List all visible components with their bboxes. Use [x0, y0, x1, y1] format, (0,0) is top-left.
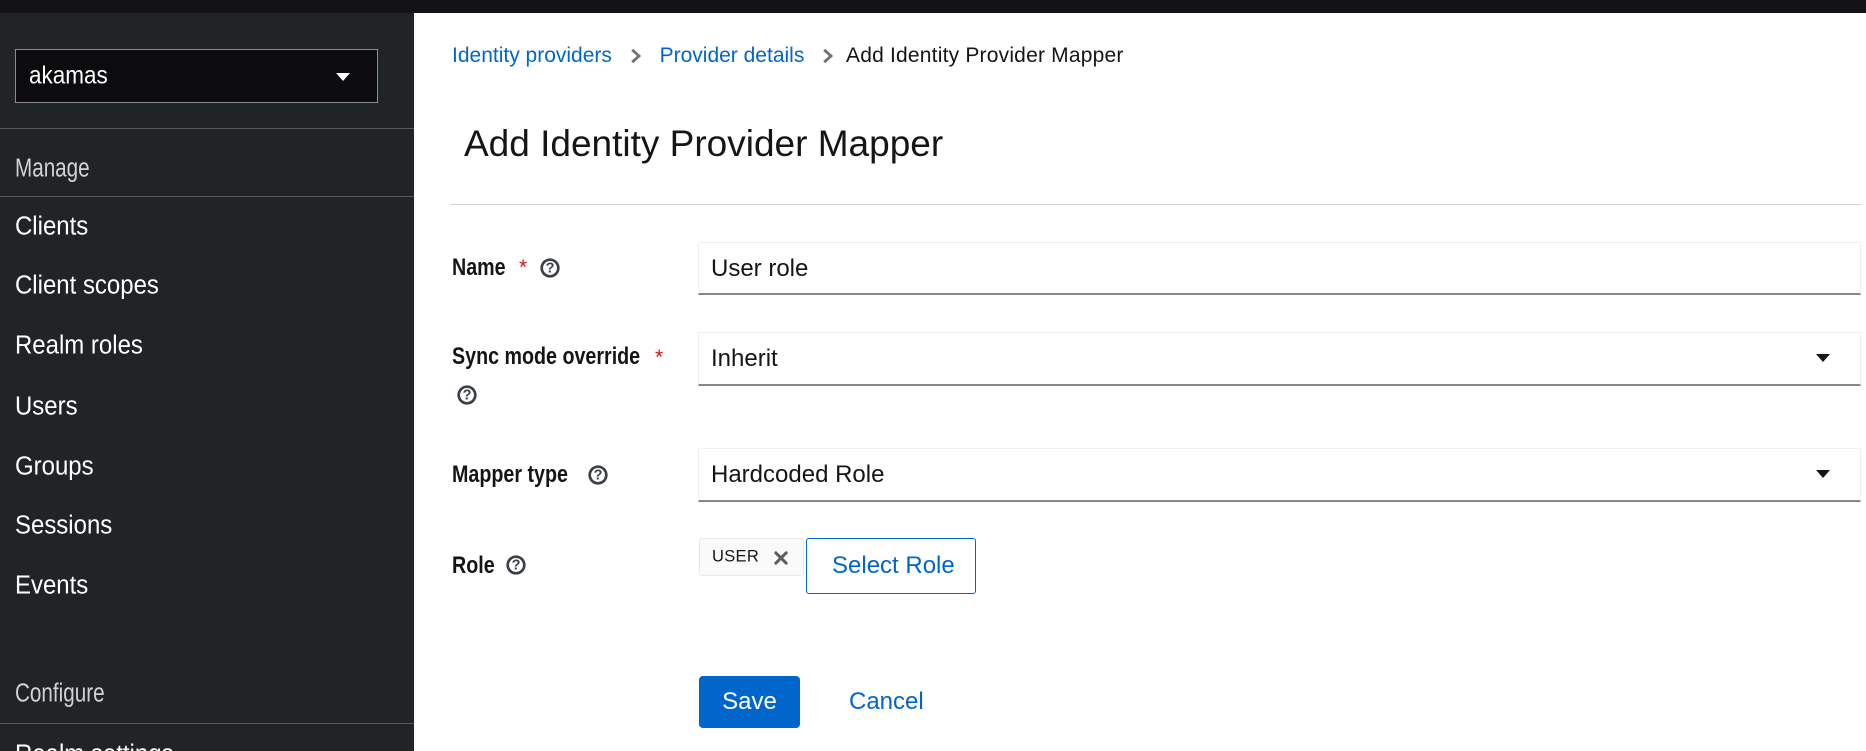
svg-text:?: ?: [463, 387, 472, 403]
svg-text:?: ?: [546, 261, 555, 277]
svg-text:?: ?: [512, 558, 521, 574]
svg-text:?: ?: [594, 468, 603, 484]
